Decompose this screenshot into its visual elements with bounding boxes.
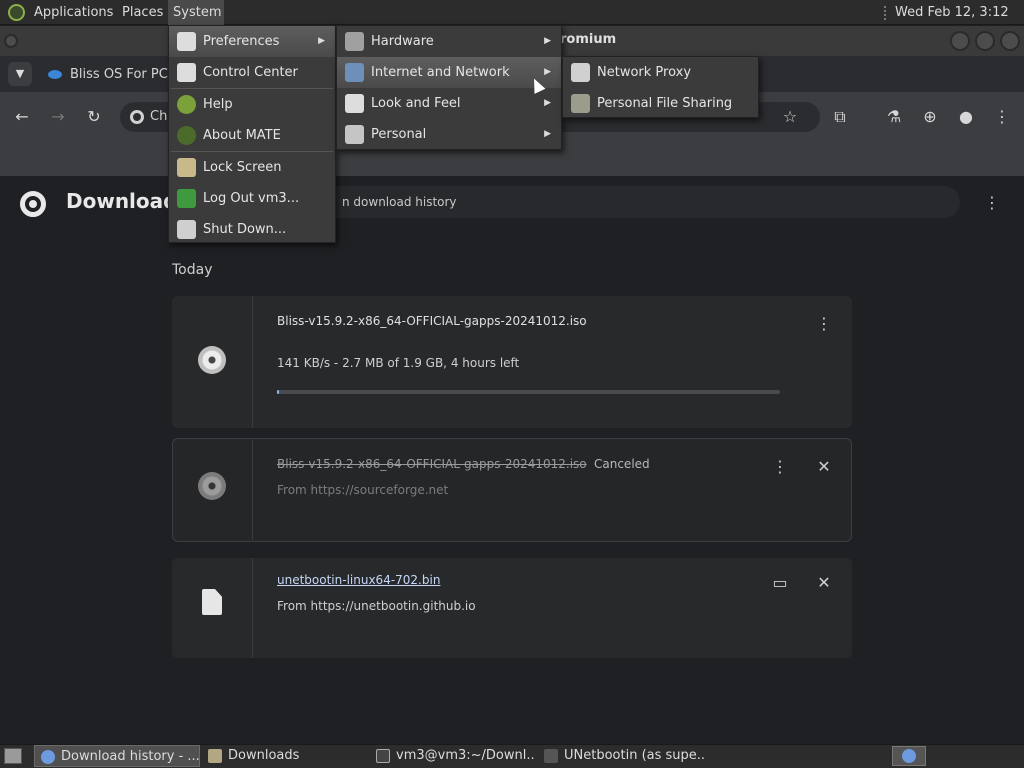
submenu-arrow-icon: ▶ xyxy=(544,67,551,77)
search-placeholder: n download history xyxy=(342,195,457,209)
menu-item-help[interactable]: Help xyxy=(169,89,335,120)
bookmark-star-icon[interactable]: ☆ xyxy=(776,103,804,131)
menu-item-lock-screen[interactable]: Lock Screen xyxy=(169,152,335,183)
chromium-logo-icon xyxy=(20,191,46,217)
places-menu[interactable]: Places xyxy=(122,0,163,25)
labs-icon[interactable]: ⚗ xyxy=(880,103,908,131)
disc-icon xyxy=(198,346,226,374)
menu-item-about[interactable]: About MATE xyxy=(169,120,335,151)
menu-item-file-sharing[interactable]: Personal File Sharing xyxy=(563,88,758,119)
canceled-tag: Canceled xyxy=(594,457,650,471)
window-title: romium xyxy=(560,32,617,47)
logout-icon xyxy=(177,189,196,208)
unetbootin-icon xyxy=(544,749,558,763)
divider xyxy=(252,558,253,658)
divider xyxy=(252,440,253,540)
remove-icon[interactable]: ✕ xyxy=(814,573,834,593)
submenu-arrow-icon: ▶ xyxy=(544,98,551,108)
preferences-icon xyxy=(177,32,196,51)
taskbar-item-terminal[interactable]: vm3@vm3:~/Downl... xyxy=(370,745,536,767)
more-actions-icon[interactable]: ⋮ xyxy=(984,192,1000,214)
reload-icon[interactable]: ↻ xyxy=(80,103,108,131)
system-dropdown: Preferences ▶ Control Center Help About … xyxy=(168,25,336,243)
chromium-icon xyxy=(41,750,55,764)
taskbar-item-download-history[interactable]: Download history - ... xyxy=(34,745,200,767)
show-desktop-icon[interactable] xyxy=(4,748,22,764)
download-more-icon[interactable]: ⋮ xyxy=(814,314,834,334)
extensions-icon[interactable]: ⧉ xyxy=(826,103,854,131)
tab-label: Bliss OS For PC xyxy=(70,67,168,82)
control-center-icon xyxy=(177,63,196,82)
close-window-icon[interactable] xyxy=(1000,31,1020,51)
menu-item-network-proxy[interactable]: Network Proxy xyxy=(563,57,758,88)
download-filename[interactable]: unetbootin-linux64-702.bin xyxy=(277,573,440,587)
minimize-icon[interactable] xyxy=(950,31,970,51)
submenu-arrow-icon: ▶ xyxy=(544,36,551,46)
panel-separator xyxy=(884,6,886,20)
browser-menu-icon[interactable]: ⋮ xyxy=(988,103,1016,131)
menu-item-shut-down[interactable]: Shut Down... xyxy=(169,214,335,245)
taskbar-item-unetbootin[interactable]: UNetbootin (as supe... xyxy=(538,745,704,767)
submenu-arrow-icon: ▶ xyxy=(544,129,551,139)
chrome-site-icon xyxy=(130,110,144,124)
page-title: Download xyxy=(66,189,178,213)
download-item xyxy=(172,558,852,658)
download-filename[interactable]: Bliss-v15.9.2-x86_64-OFFICIAL-gapps-2024… xyxy=(277,314,587,328)
applications-menu[interactable]: Applications xyxy=(34,0,113,25)
folder-icon xyxy=(208,749,222,763)
preferences-submenu: Hardware ▶ Internet and Network ▶ Look a… xyxy=(336,25,562,150)
bliss-favicon-icon xyxy=(48,70,62,79)
download-progress-track xyxy=(277,390,780,394)
mate-icon xyxy=(177,126,196,145)
back-icon[interactable]: ← xyxy=(8,103,36,131)
network-icon xyxy=(345,63,364,82)
menu-item-preferences[interactable]: Preferences ▶ xyxy=(169,26,335,57)
taskbar-item-downloads[interactable]: Downloads xyxy=(202,745,368,767)
window-menu-icon[interactable] xyxy=(4,34,18,48)
tab-search-button[interactable]: ▼ xyxy=(8,62,32,86)
help-icon xyxy=(177,95,196,114)
downloads-icon[interactable]: ⊕ xyxy=(916,103,944,131)
personal-icon xyxy=(345,125,364,144)
clock[interactable]: Wed Feb 12, 3:12 PM xyxy=(895,0,1024,45)
profile-icon[interactable]: ● xyxy=(952,103,980,131)
download-source: From https://sourceforge.net xyxy=(277,483,449,497)
download-status: 141 KB/s - 2.7 MB of 1.9 GB, 4 hours lef… xyxy=(277,356,520,370)
download-progress-fill xyxy=(277,390,279,394)
workspace-switcher[interactable] xyxy=(892,746,926,766)
forward-icon[interactable]: → xyxy=(44,103,72,131)
menu-item-log-out[interactable]: Log Out vm3... xyxy=(169,183,335,214)
network-submenu: Network Proxy Personal File Sharing xyxy=(562,56,759,118)
show-in-folder-icon[interactable]: ▭ xyxy=(770,573,790,593)
divider xyxy=(252,296,253,428)
menu-item-hardware[interactable]: Hardware ▶ xyxy=(337,26,561,57)
terminal-icon xyxy=(376,749,390,763)
download-more-icon[interactable]: ⋮ xyxy=(770,457,790,477)
folder-share-icon xyxy=(571,94,590,113)
disc-icon xyxy=(198,472,226,500)
workspace-window-icon xyxy=(902,749,916,763)
look-icon xyxy=(345,94,364,113)
proxy-icon xyxy=(571,63,590,82)
maximize-icon[interactable] xyxy=(975,31,995,51)
tab-bliss-os[interactable]: Bliss OS For PC xyxy=(40,62,180,88)
hardware-icon xyxy=(345,32,364,51)
system-menu[interactable]: System xyxy=(168,0,224,25)
remove-icon[interactable]: ✕ xyxy=(814,457,834,477)
menu-item-internet-network[interactable]: Internet and Network ▶ xyxy=(337,57,561,88)
submenu-arrow-icon: ▶ xyxy=(318,36,325,46)
download-source: From https://unetbootin.github.io xyxy=(277,599,476,613)
download-filename: Bliss-v15.9.2-x86_64-OFFICIAL-gapps-2024… xyxy=(277,457,587,471)
lock-icon xyxy=(177,158,196,177)
shutdown-icon xyxy=(177,220,196,239)
menu-item-look-feel[interactable]: Look and Feel ▶ xyxy=(337,88,561,119)
menu-item-personal[interactable]: Personal ▶ xyxy=(337,119,561,150)
mate-logo-icon[interactable] xyxy=(8,4,25,21)
menu-item-control-center[interactable]: Control Center xyxy=(169,57,335,88)
download-item xyxy=(172,438,852,542)
date-heading: Today xyxy=(172,262,213,278)
